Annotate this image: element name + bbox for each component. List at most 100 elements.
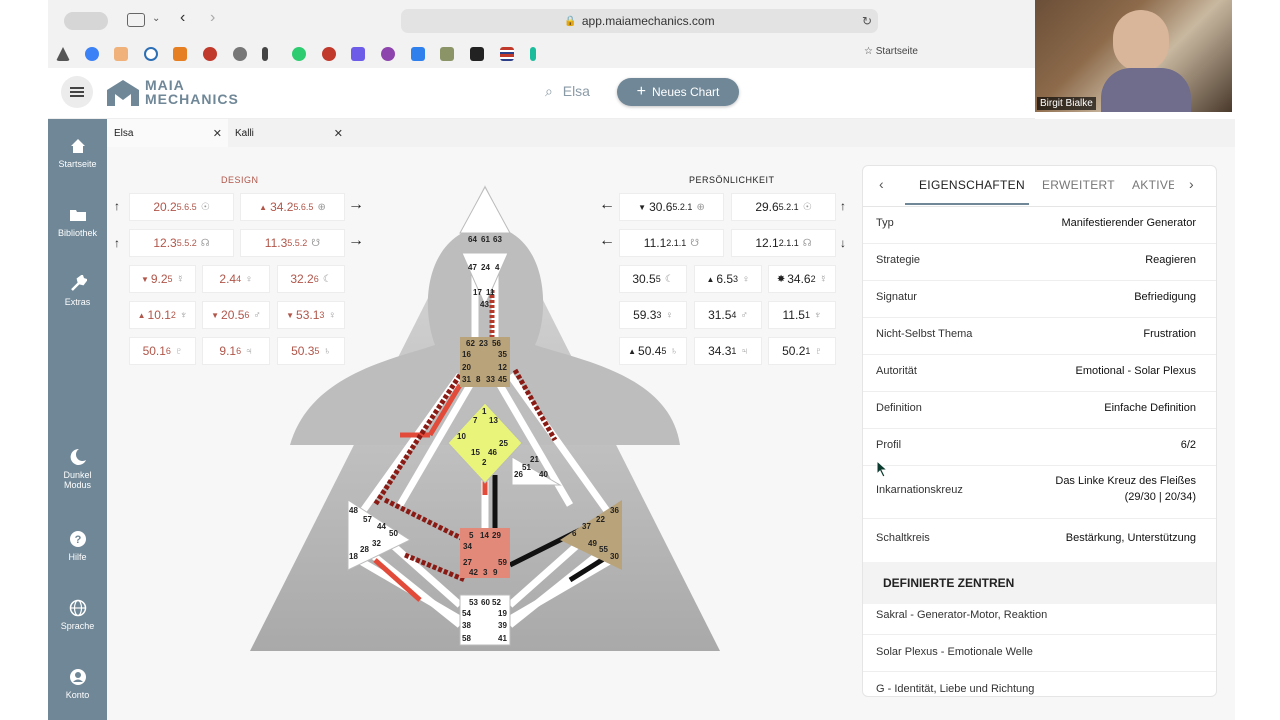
search-field[interactable]: ⌕ Elsa xyxy=(545,83,590,100)
sidebar-toggle-icon[interactable] xyxy=(127,13,145,27)
bookmark-icon[interactable] xyxy=(292,47,306,61)
bookmark-icon[interactable] xyxy=(262,47,268,61)
nav-dark-mode[interactable]: Dunkel Modus xyxy=(48,448,107,490)
nav-library[interactable]: Bibliothek xyxy=(48,206,107,238)
design-gate-box[interactable]: 20.2 5.6.5 ☉ xyxy=(129,193,234,221)
bookmark-startseite[interactable]: ☆ Startseite xyxy=(864,46,918,57)
nav-help[interactable]: ? Hilfe xyxy=(48,530,107,562)
gate-value: 50.1 xyxy=(142,344,166,358)
arrow-up-icon: ↑ xyxy=(114,199,120,213)
gate-value: 50.2 xyxy=(782,344,806,358)
bookmark-icon[interactable] xyxy=(203,47,217,61)
personality-planet-box[interactable]: 11.5 1 ♆ xyxy=(768,301,836,329)
gate-label: 2 xyxy=(482,458,487,467)
nav-extras[interactable]: Extras xyxy=(48,275,107,307)
participant-name: Birgit Bialke xyxy=(1037,97,1096,110)
gate-label: 29 xyxy=(492,531,501,540)
center-row: Solar Plexus - Emotionale Welle xyxy=(863,634,1216,672)
close-icon[interactable]: ✕ xyxy=(213,127,222,140)
bodygraph: 64 61 63 47 24 4 17 11 43 62 23 56 16 35… xyxy=(250,185,720,651)
reload-icon[interactable]: ↻ xyxy=(862,14,872,28)
search-icon: ⌕ xyxy=(545,83,553,99)
gate-label: 18 xyxy=(349,552,358,561)
bookmark-icon[interactable] xyxy=(114,47,128,61)
nav-label: Konto xyxy=(65,690,90,700)
bookmark-icon[interactable] xyxy=(530,47,536,61)
gate-label: 36 xyxy=(610,506,619,515)
close-icon[interactable]: ✕ xyxy=(334,127,343,140)
new-chart-button[interactable]: + Neues Chart xyxy=(617,78,739,106)
gate-line: 6 xyxy=(236,346,242,356)
bookmark-icon[interactable] xyxy=(233,47,247,61)
neptune-icon: ♆ xyxy=(813,309,822,321)
gate-label: 7 xyxy=(473,416,478,425)
gate-label: 13 xyxy=(489,416,498,425)
bookmark-icon[interactable] xyxy=(470,47,484,61)
jupiter-icon: ♃ xyxy=(740,345,748,357)
bookmark-icon[interactable] xyxy=(322,47,336,61)
window-control[interactable] xyxy=(64,12,108,30)
gate-label: 17 xyxy=(473,288,482,297)
property-key: Profil xyxy=(876,439,902,451)
gate-value: 20.2 xyxy=(153,200,177,214)
tab-erweitert[interactable]: ERWEITERT xyxy=(1042,178,1115,192)
property-row: Signatur Befriedigung xyxy=(863,280,1216,318)
gate-line: 5.6.5 xyxy=(176,202,197,212)
personality-planet-box[interactable]: ✸ 34.6 2 ☿ xyxy=(768,265,836,293)
nav-language[interactable]: Sprache xyxy=(48,599,107,631)
design-gate-box[interactable]: 12.3 5.5.2 ☊ xyxy=(129,229,234,257)
gate-label: 30 xyxy=(610,552,619,561)
bookmark-icon[interactable] xyxy=(500,47,514,61)
property-key: Nicht-Selbst Thema xyxy=(876,328,973,340)
bookmark-icon[interactable] xyxy=(440,47,454,61)
chevron-left-icon[interactable]: ‹ xyxy=(879,176,884,192)
nav-account[interactable]: Konto xyxy=(48,668,107,700)
bookmark-icon[interactable] xyxy=(85,47,99,61)
nav-label: Startseite xyxy=(58,159,97,169)
gate-value: 29.6 xyxy=(755,200,779,214)
tab-elsa[interactable]: Elsa ✕ xyxy=(107,119,228,147)
tab-aktive[interactable]: AKTIVE xyxy=(1132,178,1174,192)
gate-label: 64 xyxy=(468,235,477,244)
back-icon[interactable]: ‹ xyxy=(180,9,185,27)
forward-icon[interactable]: › xyxy=(210,9,215,27)
chevron-down-icon[interactable]: ⌄ xyxy=(152,13,160,24)
gate-line: 4 xyxy=(236,274,242,284)
pluto-icon: ♇ xyxy=(814,345,822,357)
gate-label: 53 xyxy=(469,598,478,607)
nav-home[interactable]: Startseite xyxy=(48,137,107,169)
tab-eigenschaften[interactable]: EIGENSCHAFTEN xyxy=(919,178,1025,192)
personality-gate-box[interactable]: 12.1 2.1.1 ☊ xyxy=(731,229,836,257)
bookmark-icon[interactable] xyxy=(173,47,187,61)
bookmark-icon[interactable] xyxy=(381,47,395,61)
personality-planet-box[interactable]: 50.2 1 ♇ xyxy=(768,337,836,365)
address-bar[interactable]: 🔒 app.maiamechanics.com xyxy=(401,9,878,33)
gate-line: 6 xyxy=(244,310,250,320)
mercury-icon: ☿ xyxy=(819,273,828,285)
gate-label: 38 xyxy=(462,621,471,630)
gate-value: 9.1 xyxy=(219,344,237,358)
gate-label: 12 xyxy=(498,363,507,372)
hamburger-icon xyxy=(70,87,84,89)
personality-gate-box[interactable]: 29.6 5.2.1 ☉ xyxy=(731,193,836,221)
design-planet-box[interactable]: ▼ 9.2 5 ☿ xyxy=(129,265,196,293)
chevron-right-icon[interactable]: › xyxy=(1189,176,1194,192)
triangle-down-icon: ▼ xyxy=(140,274,149,284)
bookmark-icon[interactable] xyxy=(351,47,365,61)
bookmark-icon[interactable] xyxy=(411,47,425,61)
center-label: Solar Plexus - Emotionale Welle xyxy=(876,646,1033,658)
gate-label: 8 xyxy=(476,375,481,384)
design-planet-box[interactable]: 50.1 6 ♇ xyxy=(129,337,196,365)
menu-button[interactable] xyxy=(61,76,93,108)
gate-label: 46 xyxy=(488,448,497,457)
nav-label: Dunkel xyxy=(63,470,92,480)
bookmark-icon[interactable] xyxy=(144,47,158,61)
venus-icon: ♀ xyxy=(742,273,750,285)
design-planet-box[interactable]: ▲ 10.1 2 ♆ xyxy=(129,301,196,329)
property-value: 6/2 xyxy=(1180,439,1196,451)
gate-label: 33 xyxy=(486,375,495,384)
arrow-up-icon: ↑ xyxy=(840,199,846,213)
gate-label: 56 xyxy=(492,339,501,348)
logo-top: MAIA xyxy=(145,77,185,93)
tab-kalli[interactable]: Kalli ✕ xyxy=(228,119,349,147)
